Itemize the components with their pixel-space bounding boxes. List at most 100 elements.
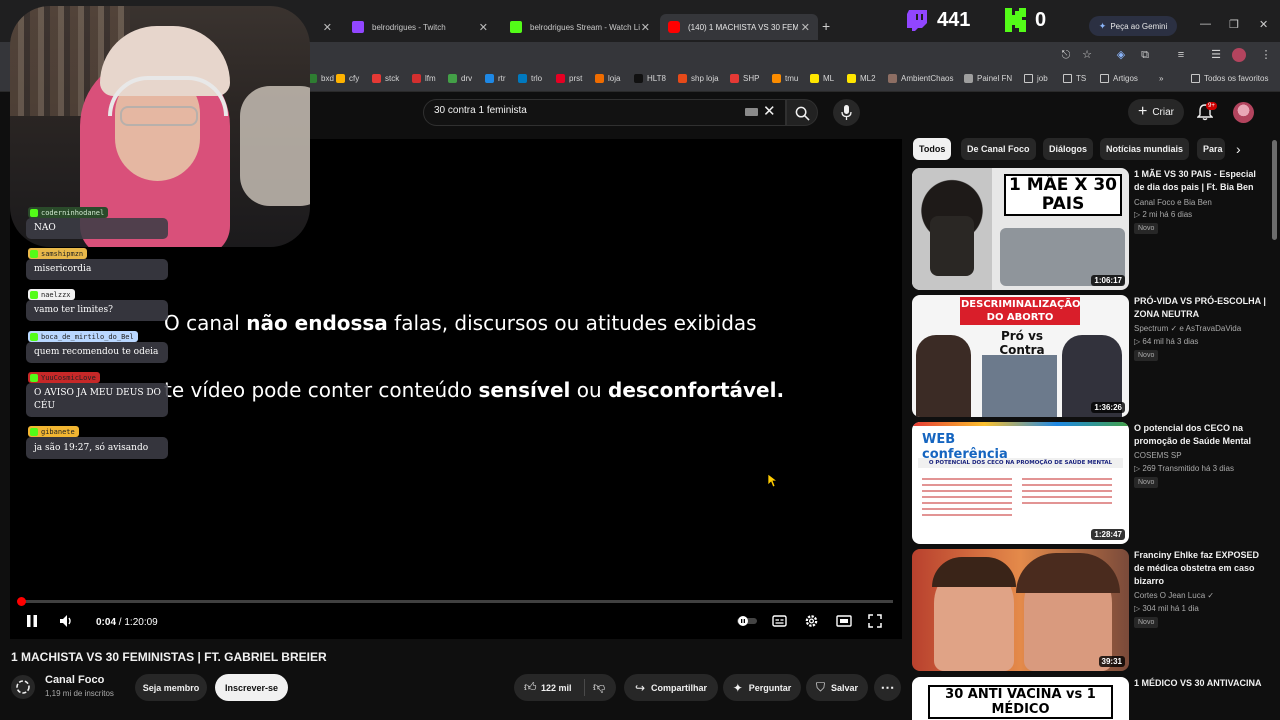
recommendation-title[interactable]: PRÓ-VIDA VS PRÓ-ESCOLHA | ZONA NEUTRA [1134, 295, 1266, 321]
bookmark-15[interactable]: AmbientChaos [888, 74, 953, 83]
recommendation-channel[interactable]: Canal Foco e Bia Ben [1134, 198, 1212, 207]
recommendation-title[interactable]: 1 MÉDICO VS 30 ANTIVACINA [1134, 677, 1266, 690]
bookmark-19[interactable]: Artigos [1100, 74, 1138, 83]
tab-title: belrodrigues - Twitch [372, 22, 446, 32]
restore-icon[interactable]: ❐ [1229, 18, 1239, 31]
bookmark-18[interactable]: TS [1063, 74, 1086, 83]
bookmark-2[interactable]: stck [372, 74, 399, 83]
recommendation-thumbnail[interactable]: 30 ANTI VACINA vs 1 MÉDICO [912, 677, 1129, 720]
chat-message-text: misericordia [34, 264, 92, 274]
media-icon[interactable]: ≡ [1174, 48, 1188, 62]
create-button[interactable]: + Criar [1128, 99, 1184, 125]
bookmark-12[interactable]: tmu [772, 74, 798, 83]
bookmark-20[interactable]: Todos os favoritos [1191, 74, 1268, 83]
bookmark-4[interactable]: drv [448, 74, 472, 83]
recommendation-channel[interactable]: Cortes O Jean Luca ✓ [1134, 591, 1214, 600]
puzzle-icon[interactable]: ⧉ [1138, 48, 1152, 62]
bookmark-16[interactable]: Painel FN [964, 74, 1012, 83]
like-count[interactable]: 122 mil [541, 683, 572, 693]
screen-share-icon[interactable]: ⎋ [1059, 48, 1073, 62]
recommendation-channel[interactable]: Spectrum ✓ e AsTravaDaVida [1134, 324, 1241, 333]
recommendation-title[interactable]: O potencial dos CECO na promoção de Saúd… [1134, 422, 1266, 448]
bookmark-5[interactable]: rtr [485, 74, 506, 83]
channel-avatar[interactable] [11, 675, 35, 699]
chip-todos[interactable]: Todos [913, 138, 952, 160]
profile-avatar[interactable] [1232, 48, 1246, 62]
recommendation-channel[interactable]: COSEMS SP [1134, 451, 1182, 460]
progress-scrubber[interactable] [17, 597, 26, 606]
recommendation-title[interactable]: Franciny Ehlke faz EXPOSED de médica obs… [1134, 549, 1266, 588]
more-bookmarks-icon[interactable]: » [1159, 74, 1163, 83]
tab-twitch[interactable]: belrodrigues - Twitch ✕ [344, 14, 496, 40]
close-tab-icon[interactable]: ✕ [323, 21, 332, 34]
dislike-icon[interactable]: 👎︎ [593, 680, 605, 695]
bookmark-star-icon[interactable]: ☆ [1080, 48, 1094, 62]
tab-youtube-active[interactable]: (140) 1 MACHISTA VS 30 FEMIN ✕ [660, 14, 818, 40]
recommendation-title[interactable]: 1 MÃE VS 30 PAIS - Especial de dia dos p… [1134, 168, 1266, 194]
bookmark-8[interactable]: loja [595, 74, 620, 83]
share-button[interactable]: ↪ Compartilhar [624, 674, 718, 701]
tabs-list-icon[interactable]: ☰ [1209, 48, 1223, 62]
bookmark-1[interactable]: cfy [336, 74, 359, 83]
close-tab-icon[interactable]: ✕ [801, 21, 810, 34]
page-scrollbar[interactable] [1272, 140, 1277, 240]
blanket [240, 86, 310, 206]
recommendation-thumbnail[interactable]: WEB conferência O POTENCIAL DOS CECO NA … [912, 422, 1129, 544]
join-label: Seja membro [142, 682, 200, 693]
autoplay-toggle[interactable] [736, 613, 758, 634]
tab-kick[interactable]: belrodrigues Stream - Watch Li ✕ [502, 14, 658, 40]
bookmark-6[interactable]: trlo [518, 74, 542, 83]
settings-button[interactable] [804, 613, 819, 634]
bookmark-label: drv [461, 74, 473, 83]
bookmark-7[interactable]: prst [556, 74, 582, 83]
bookmark-label: tmu [785, 74, 799, 83]
new-badge: Novo [1134, 477, 1159, 488]
close-tab-icon[interactable]: ✕ [641, 21, 650, 34]
keyboard-icon[interactable] [745, 108, 758, 116]
chrome-menu-icon[interactable]: ⋮ [1259, 48, 1273, 62]
chip-noticias-mundiais[interactable]: Notícias mundiais [1100, 138, 1190, 160]
close-tab-icon[interactable]: ✕ [479, 21, 488, 34]
bookmark-0[interactable]: bxd [308, 74, 334, 83]
bookmark-9[interactable]: HLT8 [634, 74, 666, 83]
more-actions-button[interactable]: ⋯ [874, 674, 901, 701]
close-window-icon[interactable]: ✕ [1259, 18, 1268, 31]
bookmark-14[interactable]: ML2 [847, 74, 876, 83]
join-button[interactable]: Seja membro [135, 674, 207, 701]
recommendation-stats: ▷ 2 mi há 6 dias [1134, 210, 1193, 219]
new-tab-button[interactable]: + [822, 18, 830, 34]
like-icon[interactable]: 👍︎ [524, 680, 537, 695]
minimize-icon[interactable]: — [1200, 18, 1211, 30]
gemini-button[interactable]: ✦ Peça ao Gemini [1089, 16, 1177, 36]
bookmark-10[interactable]: shp loja [678, 74, 719, 83]
progress-bar[interactable] [17, 597, 893, 606]
ask-button[interactable]: ✦ Perguntar [723, 674, 801, 701]
voice-search-button[interactable] [833, 99, 860, 126]
recommendation-thumbnail[interactable]: 39:31 [912, 549, 1129, 671]
extension-icon[interactable]: ◈ [1114, 48, 1128, 62]
bookmark-3[interactable]: lfm [412, 74, 436, 83]
tab-title: belrodrigues Stream - Watch Li [530, 22, 640, 32]
search-query-text[interactable]: 30 contra 1 feminista [434, 105, 527, 116]
tab-pinned[interactable]: ✕ [310, 14, 340, 40]
bookmark-11[interactable]: SHP [730, 74, 759, 83]
clear-search-icon[interactable]: ✕ [763, 102, 776, 120]
chip-dialogos[interactable]: Diálogos [1043, 138, 1094, 160]
bookmark-17[interactable]: job [1024, 74, 1048, 83]
fullscreen-button[interactable] [868, 613, 882, 634]
volume-button[interactable] [58, 613, 74, 634]
pause-button[interactable] [25, 613, 39, 634]
subtitles-button[interactable] [772, 613, 787, 634]
chip-para[interactable]: Para [1197, 138, 1225, 160]
account-avatar[interactable] [1233, 102, 1254, 123]
save-button[interactable]: ⛉ Salvar [806, 674, 868, 701]
chevron-right-icon[interactable]: › [1236, 141, 1241, 157]
recommendation-thumbnail[interactable]: 1 MÃE X 30 PAIS 1:06:17 [912, 168, 1129, 290]
chip-canal-foco[interactable]: De Canal Foco [961, 138, 1036, 160]
subscribe-button[interactable]: Inscrever-se [215, 674, 288, 701]
theater-mode-button[interactable] [836, 613, 852, 634]
channel-name[interactable]: Canal Foco [45, 674, 104, 686]
bookmark-13[interactable]: ML [810, 74, 834, 83]
recommendation-thumbnail[interactable]: DESCRIMINALIZAÇÃO DO ABORTO Pró vs Contr… [912, 295, 1129, 417]
search-button[interactable] [786, 99, 818, 126]
